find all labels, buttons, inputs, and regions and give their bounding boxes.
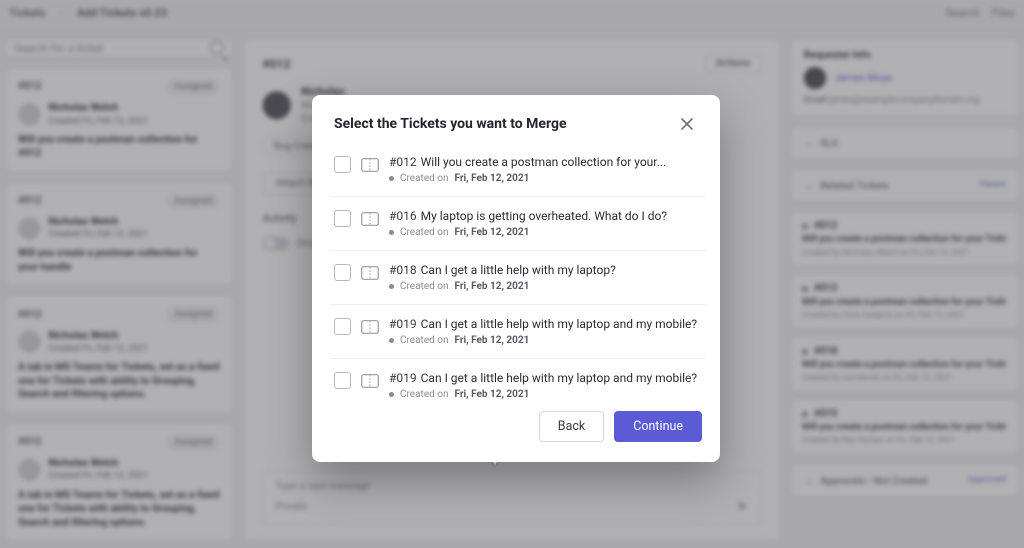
ticket-created-date: Fri, Feb 12, 2021 (454, 281, 529, 292)
ticket-checkbox[interactable] (334, 210, 351, 227)
ticket-checkbox[interactable] (334, 264, 351, 281)
back-button[interactable]: Back (539, 411, 604, 442)
ticket-created-date: Fri, Feb 12, 2021 (454, 227, 529, 238)
ticket-title: Can I get a little help with my laptop a… (421, 371, 697, 386)
ticket-title: Can I get a little help with my laptop a… (421, 317, 697, 332)
ticket-created-date: Fri, Feb 12, 2021 (454, 173, 529, 184)
ticket-title: Will you create a postman collection for… (421, 155, 667, 170)
merge-ticket-row[interactable]: #016 My laptop is getting overheated. Wha… (330, 197, 706, 251)
bullet-icon (389, 230, 394, 235)
ticket-title: Can I get a little help with my laptop? (421, 263, 616, 278)
ticket-id: #012 (389, 155, 417, 170)
ticket-list[interactable]: #012 Will you create a postman collection… (312, 143, 714, 399)
ticket-created-label: Created on (400, 389, 448, 399)
close-icon[interactable] (676, 113, 698, 135)
merge-tickets-modal: Select the Tickets you want to Merge #01… (312, 95, 720, 462)
merge-ticket-row[interactable]: #012 Will you create a postman collection… (330, 143, 706, 197)
ticket-icon (361, 211, 379, 225)
merge-ticket-row[interactable]: #019 Can I get a little help with my lapt… (330, 305, 706, 359)
ticket-icon (361, 157, 379, 171)
ticket-icon (361, 319, 379, 333)
bullet-icon (389, 176, 394, 181)
ticket-created-label: Created on (400, 335, 448, 346)
ticket-created-label: Created on (400, 281, 448, 292)
ticket-created-label: Created on (400, 173, 448, 184)
ticket-title: My laptop is getting overheated. What do… (421, 209, 667, 224)
ticket-checkbox[interactable] (334, 372, 351, 389)
ticket-created-label: Created on (400, 227, 448, 238)
ticket-id: #019 (389, 371, 417, 386)
ticket-icon (361, 265, 379, 279)
ticket-icon (361, 373, 379, 387)
ticket-id: #016 (389, 209, 417, 224)
ticket-checkbox[interactable] (334, 156, 351, 173)
modal-title: Select the Tickets you want to Merge (334, 116, 567, 132)
ticket-id: #018 (389, 263, 417, 278)
ticket-created-date: Fri, Feb 12, 2021 (454, 335, 529, 346)
merge-ticket-row[interactable]: #019 Can I get a little help with my lapt… (330, 359, 706, 399)
ticket-checkbox[interactable] (334, 318, 351, 335)
merge-ticket-row[interactable]: #018 Can I get a little help with my lapt… (330, 251, 706, 305)
bullet-icon (389, 392, 394, 397)
bullet-icon (389, 338, 394, 343)
ticket-created-date: Fri, Feb 12, 2021 (454, 389, 529, 399)
bullet-icon (389, 284, 394, 289)
ticket-id: #019 (389, 317, 417, 332)
continue-button[interactable]: Continue (614, 411, 702, 442)
